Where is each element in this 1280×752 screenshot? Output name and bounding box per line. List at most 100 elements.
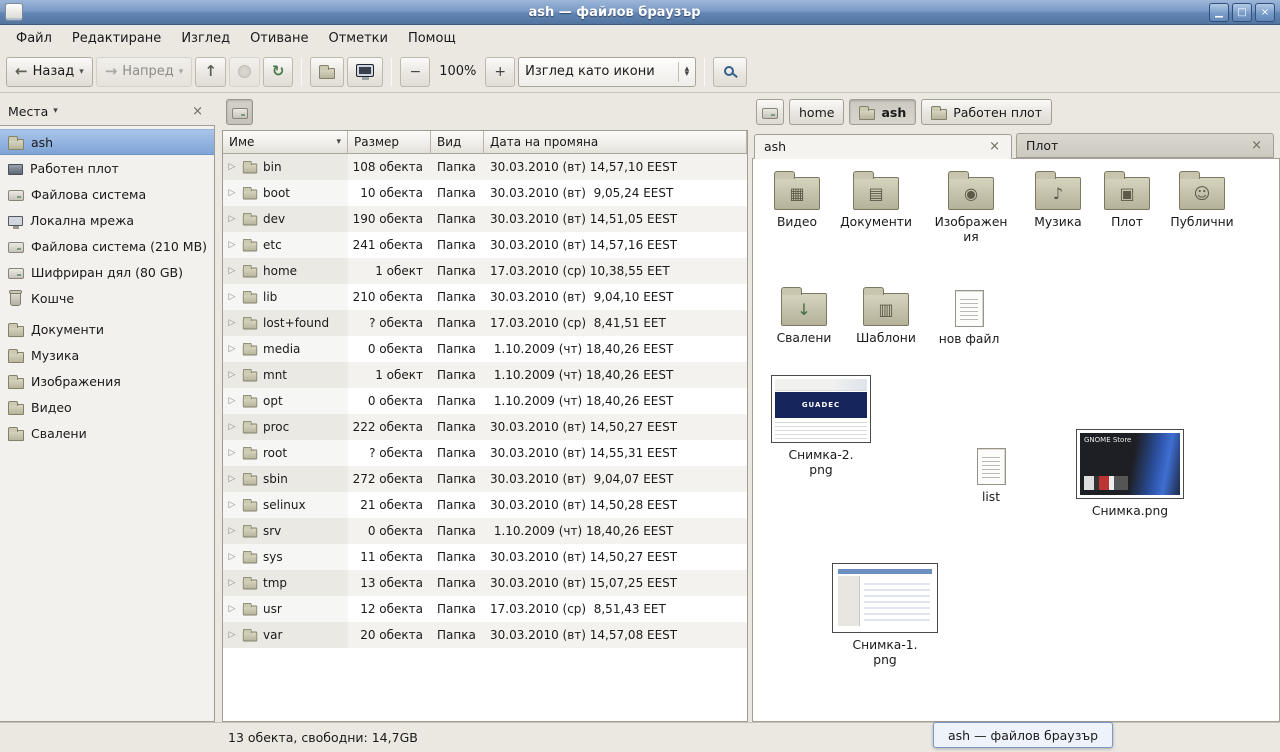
expander-icon[interactable]: ▷ (227, 578, 237, 588)
tree-row-lib[interactable]: ▷lib210 обектаПапка30.03.2010 (вт) 9,04,… (223, 284, 747, 310)
tree-row-proc[interactable]: ▷proc222 обектаПапка30.03.2010 (вт) 14,5… (223, 414, 747, 440)
expander-icon[interactable]: ▷ (227, 240, 237, 250)
sidebar-item-documents[interactable]: Документи (0, 316, 214, 342)
icon-templates-folder[interactable]: ▥Шаблони (853, 285, 919, 346)
sidebar-item-filesystem[interactable]: Файлова система (0, 181, 214, 207)
tree-row-media[interactable]: ▷media0 обектаПапка 1.10.2009 (чт) 18,40… (223, 336, 747, 362)
zoom-out-button[interactable]: − (400, 57, 430, 87)
tree-row-root[interactable]: ▷root? обектаПапка30.03.2010 (вт) 14,55,… (223, 440, 747, 466)
expander-icon[interactable]: ▷ (227, 318, 237, 328)
tree-row-sbin[interactable]: ▷sbin272 обектаПапка30.03.2010 (вт) 9,04… (223, 466, 747, 492)
icon-view[interactable]: ▦Видео ▤Документи ◉Изображения ♪Музика ▣… (752, 159, 1280, 722)
close-button[interactable]: × (1255, 3, 1275, 22)
menu-go[interactable]: Отиване (240, 28, 318, 49)
icon-new-file[interactable]: нов файл (935, 285, 1003, 347)
expander-icon[interactable]: ▷ (227, 188, 237, 198)
icon-list-file[interactable]: list (961, 443, 1021, 505)
view-mode-select[interactable]: Изглед като икони ▴▾ (518, 57, 696, 87)
sidebar-item-desktop[interactable]: Работен плот (0, 155, 214, 181)
column-header-type[interactable]: Вид (431, 131, 484, 154)
sidebar-item-trash[interactable]: Кошче (0, 285, 214, 311)
icon-video-folder[interactable]: ▦Видео (767, 169, 827, 230)
expander-icon[interactable]: ▷ (227, 500, 237, 510)
sort-indicator-icon[interactable]: ▾ (330, 137, 341, 147)
tree-row-etc[interactable]: ▷etc241 обектаПапка30.03.2010 (вт) 14,57… (223, 232, 747, 258)
expander-icon[interactable]: ▷ (227, 526, 237, 536)
tab-close-button[interactable]: × (987, 140, 1002, 153)
sidebar-item-filesystem-210mb[interactable]: Файлова система (210 MB) (0, 233, 214, 259)
forward-button[interactable]: → Напред ▾ (96, 57, 193, 87)
back-dropdown-icon[interactable]: ▾ (79, 67, 84, 77)
expander-icon[interactable]: ▷ (227, 422, 237, 432)
tree-row-selinux[interactable]: ▷selinux21 обектаПапка30.03.2010 (вт) 14… (223, 492, 747, 518)
menu-edit[interactable]: Редактиране (62, 28, 171, 49)
menu-file[interactable]: Файл (6, 28, 62, 49)
expander-icon[interactable]: ▷ (227, 266, 237, 276)
column-header-date[interactable]: Дата на промяна (484, 131, 747, 154)
icon-documents-folder[interactable]: ▤Документи (839, 169, 913, 230)
tab-ash[interactable]: ash × (754, 134, 1012, 159)
icon-downloads-folder[interactable]: ↓Свалени (773, 285, 835, 346)
tree-row-mnt[interactable]: ▷mnt1 обектПапка 1.10.2009 (чт) 18,40,26… (223, 362, 747, 388)
tree-row-var[interactable]: ▷var20 обектаПапка30.03.2010 (вт) 14,57,… (223, 622, 747, 648)
tree-row-bin[interactable]: ▷bin108 обектаПапка30.03.2010 (вт) 14,57… (223, 154, 747, 180)
search-button[interactable] (713, 57, 747, 87)
tree-row-home[interactable]: ▷home1 обектПапка17.03.2010 (ср) 10,38,5… (223, 258, 747, 284)
tree-row-dev[interactable]: ▷dev190 обектаПапка30.03.2010 (вт) 14,51… (223, 206, 747, 232)
tree-row-sys[interactable]: ▷sys11 обектаПапка30.03.2010 (вт) 14,50,… (223, 544, 747, 570)
icon-snimka1-png[interactable]: Снимка-1.png (833, 563, 937, 668)
reload-button[interactable]: ↻ (263, 57, 294, 87)
menu-bookmarks[interactable]: Отметки (318, 28, 397, 49)
sidebar-item-local-network[interactable]: Локална мрежа (0, 207, 214, 233)
up-button[interactable]: ↑ (195, 57, 226, 87)
zoom-in-button[interactable]: + (485, 57, 515, 87)
stop-button[interactable] (229, 57, 260, 87)
expander-icon[interactable]: ▷ (227, 292, 237, 302)
tab-plot[interactable]: Плот × (1016, 133, 1274, 158)
sidebar-item-pictures[interactable]: Изображения (0, 368, 214, 394)
icon-pictures-folder[interactable]: ◉Изображения (933, 169, 1009, 245)
tree-row-srv[interactable]: ▷srv0 обектаПапка 1.10.2009 (чт) 18,40,2… (223, 518, 747, 544)
expander-icon[interactable]: ▷ (227, 214, 237, 224)
expander-icon[interactable]: ▷ (227, 604, 237, 614)
expander-icon[interactable]: ▷ (227, 630, 237, 640)
icon-snimka2-png[interactable]: GUADEC Снимка-2.png (769, 375, 873, 478)
maximize-button[interactable]: □ (1232, 3, 1252, 22)
tab-close-button[interactable]: × (1249, 139, 1264, 152)
places-title[interactable]: Места (8, 104, 48, 119)
sidebar-item-ash[interactable]: ash (0, 129, 214, 155)
tree-row-usr[interactable]: ▷usr12 обектаПапка17.03.2010 (ср) 8,51,4… (223, 596, 747, 622)
computer-button[interactable] (347, 57, 383, 87)
crumb-root-button[interactable] (226, 99, 253, 125)
sidebar-item-music[interactable]: Музика (0, 342, 214, 368)
icon-snimka-png[interactable]: GNOME Store Снимка.png (1077, 429, 1183, 519)
expander-icon[interactable]: ▷ (227, 344, 237, 354)
icon-public-folder[interactable]: ☺Публични (1167, 169, 1237, 230)
expander-icon[interactable]: ▷ (227, 370, 237, 380)
expander-icon[interactable]: ▷ (227, 474, 237, 484)
tree-row-opt[interactable]: ▷opt0 обектаПапка 1.10.2009 (чт) 18,40,2… (223, 388, 747, 414)
places-caret-icon[interactable]: ▾ (53, 106, 58, 116)
icon-desktop-folder[interactable]: ▣Плот (1099, 169, 1155, 230)
tree-row-boot[interactable]: ▷boot10 обектаПапка30.03.2010 (вт) 9,05,… (223, 180, 747, 206)
crumb-ash-button[interactable]: ash (849, 99, 916, 125)
tree-row-lost-found[interactable]: ▷lost+found? обектаПапка17.03.2010 (ср) … (223, 310, 747, 336)
window-menu-icon[interactable] (5, 3, 23, 21)
places-close-button[interactable]: × (188, 104, 207, 119)
crumb-desktop-button[interactable]: Работен плот (921, 99, 1052, 125)
sidebar-item-encrypted-80gb[interactable]: Шифриран дял (80 GB) (0, 259, 214, 285)
sidebar-item-downloads[interactable]: Свалени (0, 420, 214, 446)
expander-icon[interactable]: ▷ (227, 552, 237, 562)
column-header-name[interactable]: Име▾ (223, 131, 348, 154)
menu-view[interactable]: Изглед (171, 28, 240, 49)
minimize-button[interactable]: ▁ (1209, 3, 1229, 22)
column-header-size[interactable]: Размер (348, 131, 431, 154)
tree-row-tmp[interactable]: ▷tmp13 обектаПапка30.03.2010 (вт) 15,07,… (223, 570, 747, 596)
back-button[interactable]: ← Назад ▾ (6, 57, 93, 87)
expander-icon[interactable]: ▷ (227, 396, 237, 406)
icon-music-folder[interactable]: ♪Музика (1027, 169, 1089, 230)
home-button[interactable] (310, 57, 344, 87)
expander-icon[interactable]: ▷ (227, 448, 237, 458)
crumb-filesystem-button[interactable] (756, 99, 784, 125)
menu-help[interactable]: Помощ (398, 28, 466, 49)
